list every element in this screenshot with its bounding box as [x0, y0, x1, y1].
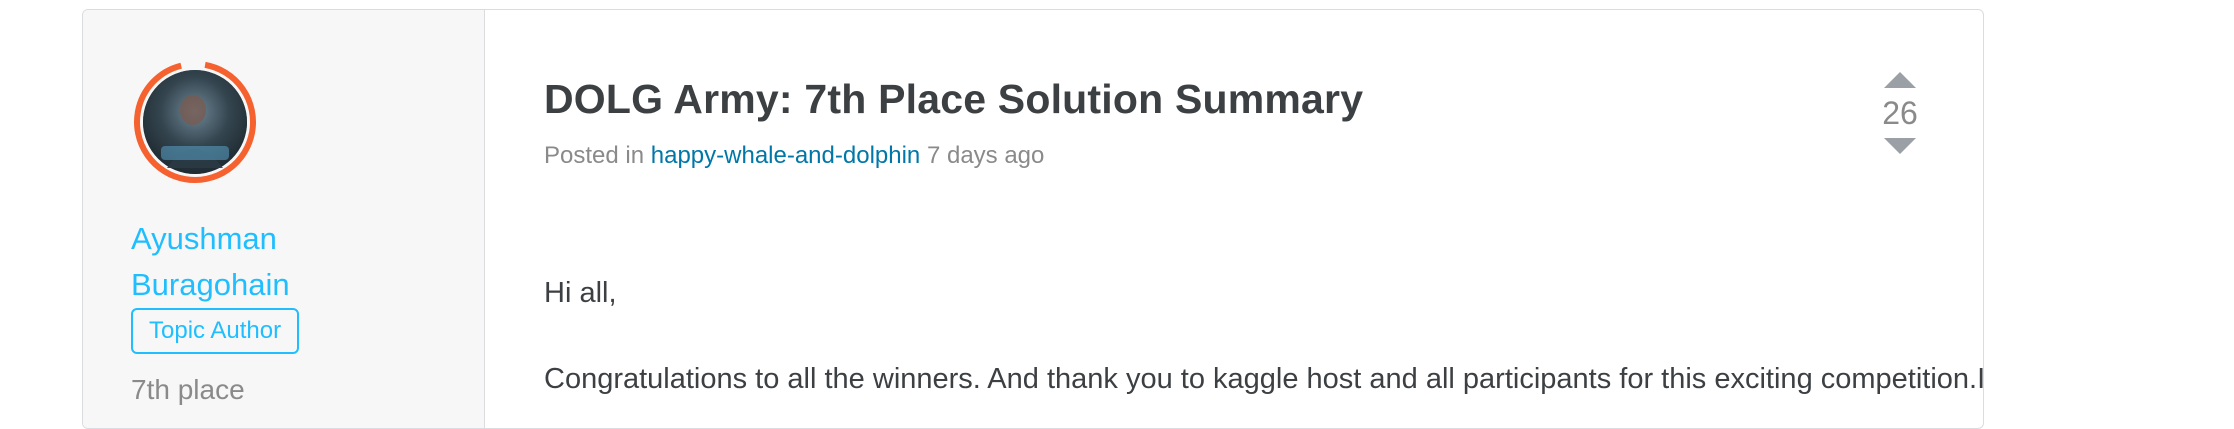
author-name-link[interactable]: Ayushman Buragohain	[131, 216, 391, 308]
author-sidebar: Ayushman Buragohain Topic Author 7th pla…	[83, 10, 485, 428]
vote-widget: 26	[1875, 72, 1925, 154]
competition-link[interactable]: happy-whale-and-dolphin	[651, 142, 921, 169]
posted-age: 7 days ago	[926, 142, 1045, 169]
topic-main: DOLG Army: 7th Place Solution Summary Po…	[485, 10, 1983, 428]
posted-in-label: Posted in	[544, 142, 645, 169]
topic-title: DOLG Army: 7th Place Solution Summary	[544, 76, 1364, 122]
triangle-up-icon[interactable]	[1884, 72, 1916, 88]
topic-body: Hi all, Congratulations to all the winne…	[544, 272, 1984, 428]
author-rank: 7th place	[131, 374, 245, 405]
avatar-tier-ring-icon	[134, 61, 256, 183]
author-avatar[interactable]	[131, 58, 259, 186]
body-greeting: Hi all,	[544, 277, 617, 309]
topic-meta: Posted in happy-whale-and-dolphin 7 days…	[544, 142, 1044, 170]
topic-author-badge: Topic Author	[131, 308, 300, 354]
vote-count: 26	[1882, 95, 1918, 131]
discussion-topic-card: Ayushman Buragohain Topic Author 7th pla…	[82, 9, 1984, 429]
triangle-down-icon[interactable]	[1884, 138, 1916, 154]
body-paragraph: Congratulations to all the winners. And …	[544, 363, 1984, 395]
